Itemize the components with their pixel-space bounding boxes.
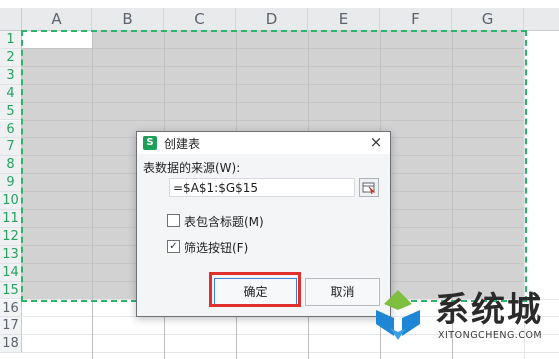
ok-button-highlight xyxy=(209,272,301,307)
row-header-14[interactable]: 14 xyxy=(0,263,22,282)
row-header-2[interactable]: 2 xyxy=(0,48,22,67)
row-header-5[interactable]: 5 xyxy=(0,102,22,121)
row-header-8[interactable]: 8 xyxy=(0,156,22,175)
select-all-corner[interactable] xyxy=(0,8,22,31)
filter-checkbox[interactable]: ✓ xyxy=(167,240,180,253)
row-header-18[interactable]: 18 xyxy=(0,335,22,354)
row-gridline xyxy=(22,352,559,354)
column-header-b[interactable]: B xyxy=(92,8,164,31)
row-header-9[interactable]: 9 xyxy=(0,174,22,193)
range-select-button[interactable] xyxy=(359,178,379,197)
watermark-logo-icon xyxy=(376,290,420,340)
source-label: 表数据的来源(W): xyxy=(143,161,241,175)
column-header-c[interactable]: C xyxy=(164,8,236,31)
column-header-g[interactable]: G xyxy=(452,8,524,31)
row-header-4[interactable]: 4 xyxy=(0,84,22,103)
dialog-title: 创建表 xyxy=(164,137,201,151)
column-header-h[interactable] xyxy=(524,8,559,31)
row-header-6[interactable]: 6 xyxy=(0,120,22,139)
row-header-16[interactable]: 16 xyxy=(0,299,22,318)
row-header-10[interactable]: 10 xyxy=(0,192,22,210)
dialog-title-bar[interactable]: S 创建表 × xyxy=(137,132,390,154)
row-header-1[interactable]: 1 xyxy=(0,31,22,49)
row-header-15[interactable]: 15 xyxy=(0,281,22,300)
row-header-11[interactable]: 11 xyxy=(0,210,22,228)
range-select-icon xyxy=(362,182,376,195)
filter-checkbox-label: 筛选按钮(F) xyxy=(184,241,249,255)
row-header-3[interactable]: 3 xyxy=(0,66,22,85)
header-checkbox-label: 表包含标题(M) xyxy=(184,215,264,229)
column-header-d[interactable]: D xyxy=(236,8,308,31)
range-input[interactable]: =$A$1:$G$15 xyxy=(169,178,355,197)
wps-logo-icon: S xyxy=(143,136,157,150)
row-header-17[interactable]: 17 xyxy=(0,317,22,336)
column-header-f[interactable]: F xyxy=(380,8,452,31)
header-checkbox[interactable] xyxy=(167,214,180,227)
row-header-12[interactable]: 12 xyxy=(0,227,22,246)
row-header-13[interactable]: 13 xyxy=(0,245,22,264)
close-icon[interactable]: × xyxy=(368,134,384,150)
column-header-e[interactable]: E xyxy=(308,8,380,31)
watermark-url: XITONGCHENG.COM xyxy=(438,330,543,341)
column-header-a[interactable]: A xyxy=(22,8,92,31)
row-header-7[interactable]: 7 xyxy=(0,138,22,157)
watermark-brand: 系统城 xyxy=(435,290,543,330)
